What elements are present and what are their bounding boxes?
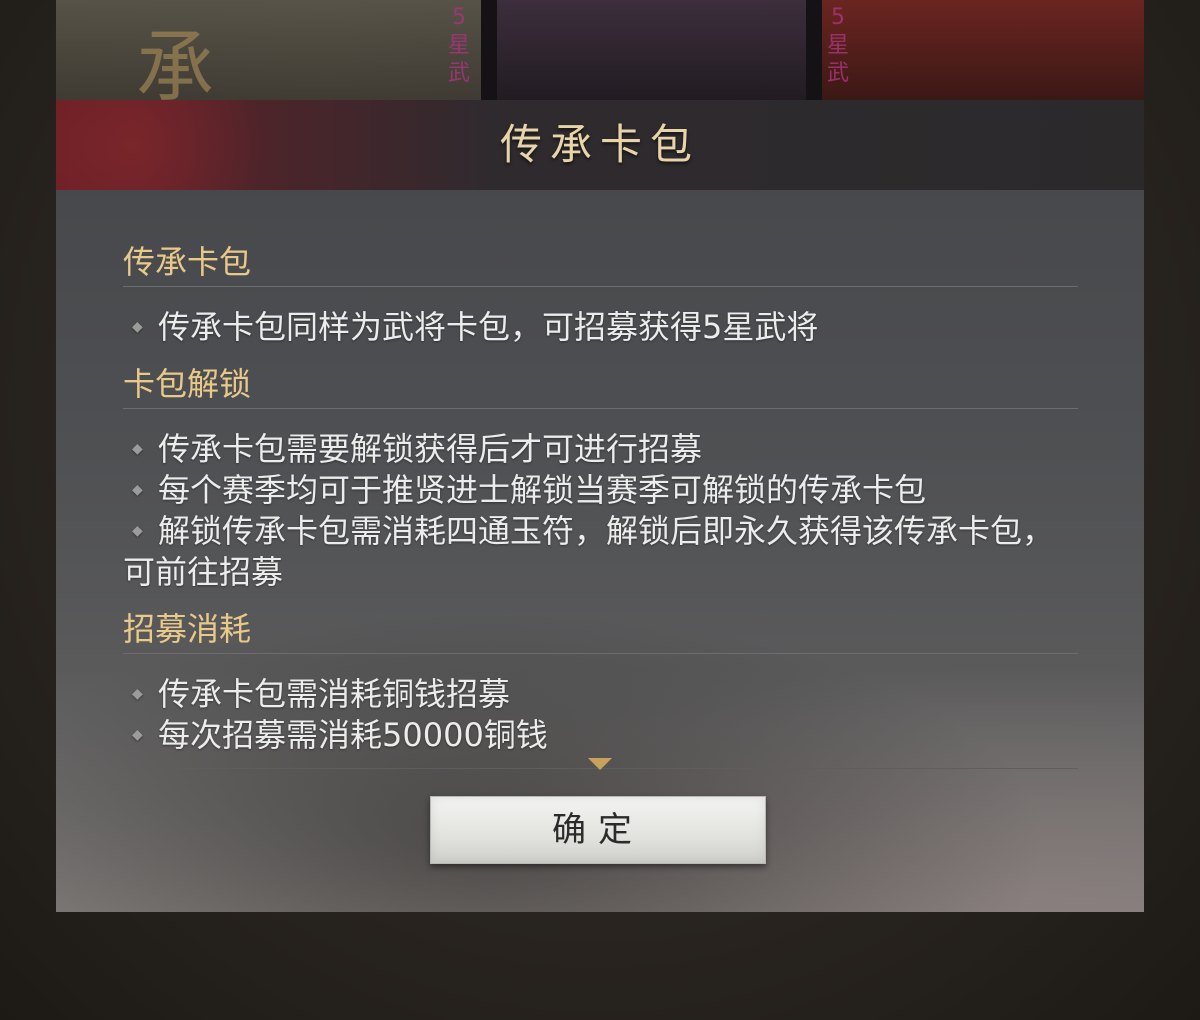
art-calligraphy: 承	[136, 23, 225, 100]
art-side-label: 5星武	[447, 5, 470, 86]
confirm-button[interactable]: 确定	[430, 796, 766, 864]
section-pack-intro: 传承卡包 ◆ 传承卡包同样为武将卡包，可招募获得5星武将	[123, 240, 1078, 348]
section-title: 传承卡包	[123, 240, 1078, 287]
art-panel-right	[821, 0, 1144, 100]
list-item-text: 传承卡包同样为武将卡包，可招募获得5星武将	[158, 308, 819, 346]
art-panel-left	[56, 0, 481, 100]
dialog-header: 传承卡包	[56, 100, 1144, 190]
art-divider	[806, 0, 822, 100]
section-recruit-cost: 招募消耗 ◆ 传承卡包需消耗铜钱招募 ◆ 每次招募需消耗50000铜钱	[123, 607, 1078, 756]
info-dialog: 传承卡包 传承卡包 ◆ 传承卡包同样为武将卡包，可招募获得5星武将 卡包解锁 ◆…	[56, 100, 1144, 912]
background-art: 承 5星武 5星武	[56, 0, 1144, 100]
dialog-title: 传承卡包	[499, 120, 700, 169]
list-item: ◆ 每个赛季均可于推贤进士解锁当赛季可解锁的传承卡包	[123, 470, 1078, 511]
list-item: ◆ 解锁传承卡包需消耗四通玉符，解锁后即永久获得该传承卡包，可前往招募	[123, 511, 1078, 593]
list-item: ◆ 每次招募需消耗50000铜钱	[123, 715, 1078, 756]
list-item: ◆ 传承卡包同样为武将卡包，可招募获得5星武将	[123, 307, 1078, 348]
diamond-bullet-icon: ◆	[132, 482, 143, 498]
diamond-bullet-icon: ◆	[132, 727, 143, 743]
art-divider	[481, 0, 497, 100]
list-item: ◆ 传承卡包需消耗铜钱招募	[123, 674, 1078, 715]
list-item-text: 传承卡包需要解锁获得后才可进行招募	[158, 430, 703, 468]
diamond-bullet-icon: ◆	[132, 686, 143, 702]
section-pack-unlock: 卡包解锁 ◆ 传承卡包需要解锁获得后才可进行招募 ◆ 每个赛季均可于推贤进士解锁…	[123, 362, 1078, 593]
list-item: ◆ 传承卡包需要解锁获得后才可进行招募	[123, 429, 1078, 470]
list-item-text: 传承卡包需消耗铜钱招募	[158, 675, 511, 713]
dialog-content[interactable]: 传承卡包 ◆ 传承卡包同样为武将卡包，可招募获得5星武将 卡包解锁 ◆ 传承卡包…	[123, 240, 1078, 768]
art-panel-middle	[481, 0, 821, 100]
list-item-text: 每个赛季均可于推贤进士解锁当赛季可解锁的传承卡包	[158, 471, 927, 509]
diamond-bullet-icon: ◆	[132, 523, 143, 539]
scroll-down-arrow-icon[interactable]	[588, 758, 612, 770]
section-title: 卡包解锁	[123, 362, 1078, 409]
section-title: 招募消耗	[123, 607, 1078, 654]
art-side-label: 5星武	[826, 5, 849, 86]
list-item-text: 每次招募需消耗50000铜钱	[158, 716, 548, 754]
list-item-text: 解锁传承卡包需消耗四通玉符，解锁后即永久获得该传承卡包，可前往招募	[123, 512, 1055, 591]
diamond-bullet-icon: ◆	[132, 441, 143, 457]
diamond-bullet-icon: ◆	[132, 319, 143, 335]
